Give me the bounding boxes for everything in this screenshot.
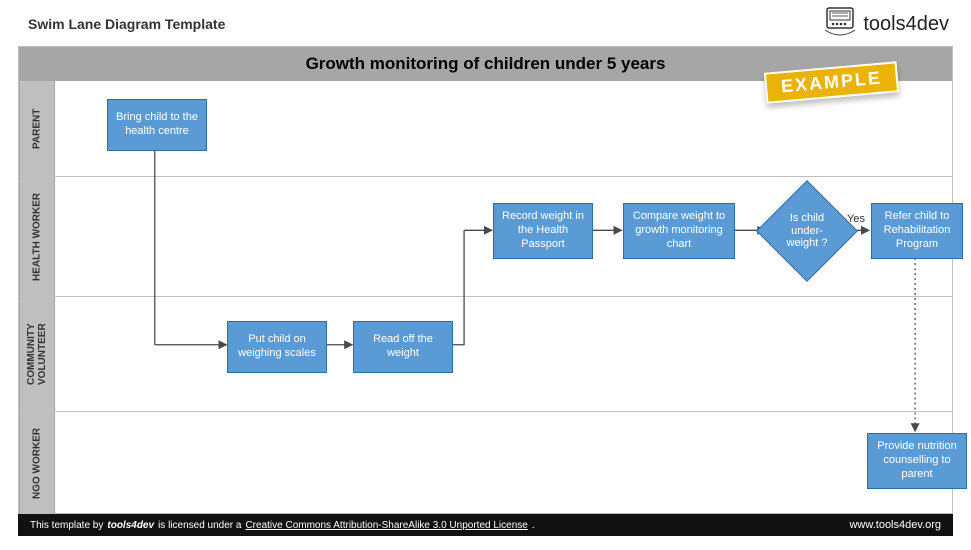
node-compare-chart: Compare weight to growth monitoring char… (623, 203, 735, 259)
lane-label: HEALTH WORKER (19, 177, 55, 296)
node-record-passport: Record weight in the Health Passport (493, 203, 593, 259)
lane-label: COMMUNITY VOLUNTEER (19, 297, 55, 411)
edge-label-yes: Yes (847, 213, 865, 225)
footer-license: This template by tools4dev is licensed u… (30, 520, 535, 531)
page: Swim Lane Diagram Template tools4dev Gro… (0, 0, 971, 550)
node-text: Refer child to Rehabilitation Program (878, 210, 956, 251)
node-put-on-scales: Put child on weighing scales (227, 321, 327, 373)
node-bring-child: Bring child to the health centre (107, 99, 207, 151)
lane-label: PARENT (19, 81, 55, 176)
swimlane-diagram: Growth monitoring of children under 5 ye… (18, 46, 953, 514)
brand-logo: tools4dev (823, 6, 949, 36)
document-title: Swim Lane Diagram Template (28, 16, 225, 32)
node-text: Is child under-weight ? (781, 212, 833, 250)
node-text: Put child on weighing scales (234, 333, 320, 361)
decision-underweight: Is child under-weight ? (771, 195, 843, 267)
footer-license-link[interactable]: Creative Commons Attribution-ShareAlike … (245, 520, 527, 531)
node-text: Record weight in the Health Passport (500, 210, 586, 251)
node-text: Provide nutrition counselling to parent (874, 440, 960, 481)
footer-text: . (532, 520, 535, 531)
brand-name: tools4dev (863, 14, 949, 36)
node-text: Bring child to the health centre (114, 111, 200, 139)
lane-label: NGO WORKER (19, 412, 55, 515)
footer-text: is licensed under a (158, 520, 241, 531)
lanes-container: PARENT HEALTH WORKER COMMUNITY VOLUNTEER… (19, 81, 952, 513)
tools4dev-icon (823, 6, 857, 36)
node-provide-counselling: Provide nutrition counselling to parent (867, 433, 967, 489)
node-text: Read off the weight (360, 333, 446, 361)
node-refer-rehab: Refer child to Rehabilitation Program (871, 203, 963, 259)
footer-url[interactable]: www.tools4dev.org (849, 519, 941, 531)
footer: This template by tools4dev is licensed u… (18, 514, 953, 536)
node-read-weight: Read off the weight (353, 321, 453, 373)
node-text: Compare weight to growth monitoring char… (630, 210, 728, 251)
footer-text: This template by (30, 520, 103, 531)
footer-brand: tools4dev (107, 520, 154, 531)
